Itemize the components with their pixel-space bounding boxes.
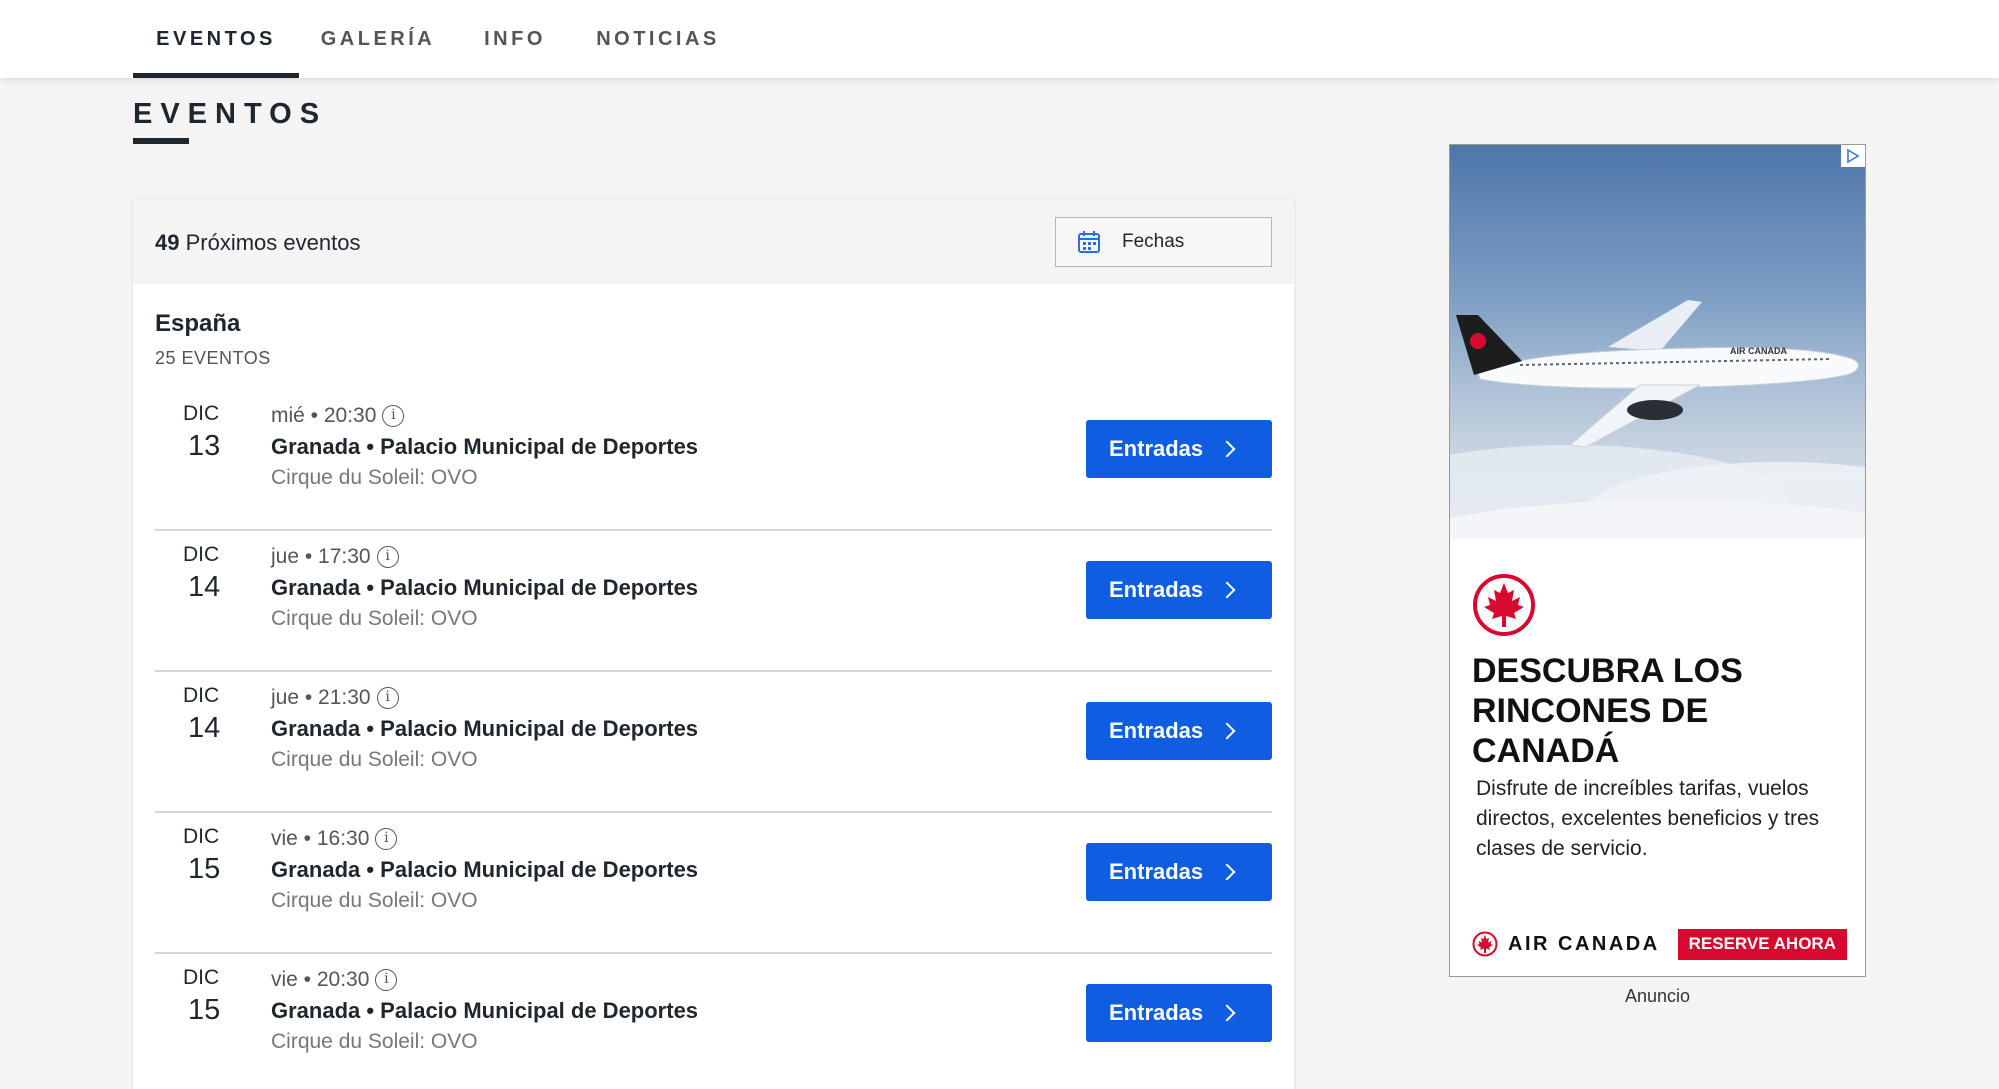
event-show: Cirque du Soleil: OVO — [271, 748, 478, 771]
country-events-count: 25 EVENTOS — [155, 348, 271, 368]
ad-headline: DESCUBRA LOS RINCONES DE CANADÁ — [1472, 651, 1852, 771]
reserve-now-button[interactable]: RESERVE AHORA — [1677, 928, 1847, 960]
event-venue: Granada • Palacio Municipal de Deportes — [271, 716, 699, 741]
event-month: DIC — [183, 402, 220, 425]
event-time-text: jue • 21:30 — [271, 686, 371, 709]
info-icon[interactable]: i — [375, 828, 398, 850]
tab-eventos[interactable]: EVENTOS — [133, 0, 299, 78]
events-count-label: Próximos eventos — [185, 230, 361, 255]
tickets-button[interactable]: Entradas — [1086, 843, 1272, 901]
tickets-button[interactable]: Entradas — [1086, 561, 1272, 619]
ad-choices-icon[interactable] — [1841, 145, 1865, 167]
chevron-right-icon — [1218, 722, 1236, 740]
tickets-button-label: Entradas — [1109, 859, 1204, 884]
tickets-button[interactable]: Entradas — [1086, 420, 1272, 478]
event-row: DIC 14 jue • 17:30 i Granada • Palacio M… — [155, 531, 1272, 672]
event-month: DIC — [183, 543, 220, 566]
info-icon[interactable]: i — [382, 405, 405, 427]
ad-content: DESCUBRA LOS RINCONES DE CANADÁ Disfrute… — [1450, 539, 1865, 976]
airplane-illustration: AIR CANADA — [1450, 300, 1865, 539]
event-row: DIC 15 vie • 20:30 i Granada • Palacio M… — [155, 954, 1272, 1089]
event-time: vie • 20:30 i — [271, 968, 398, 992]
tickets-button[interactable]: Entradas — [1086, 702, 1272, 760]
event-venue: Granada • Palacio Municipal de Deportes — [271, 434, 699, 459]
event-day: 14 — [188, 571, 221, 603]
ad-headline-line: DESCUBRA LOS — [1472, 652, 1743, 690]
dates-filter-button[interactable]: Fechas — [1055, 217, 1272, 267]
maple-leaf-logo-icon — [1473, 574, 1535, 636]
ad-label: Anuncio — [1624, 986, 1691, 1006]
event-day: 15 — [188, 994, 221, 1026]
tab-noticias[interactable]: NOTICIAS — [578, 0, 738, 78]
info-icon[interactable]: i — [376, 687, 399, 709]
event-time-text: vie • 20:30 — [271, 968, 370, 991]
event-show: Cirque du Soleil: OVO — [271, 889, 478, 912]
tickets-button-label: Entradas — [1109, 577, 1204, 602]
event-month: DIC — [183, 825, 220, 848]
event-time: vie • 16:30 i — [271, 827, 398, 851]
event-time: jue • 21:30 i — [271, 686, 399, 710]
ad-plane-livery: AIR CANADA — [1730, 346, 1787, 356]
event-month: DIC — [183, 684, 220, 707]
maple-leaf-icon — [1472, 931, 1498, 957]
event-time-text: vie • 16:30 — [271, 827, 370, 850]
event-day: 13 — [188, 430, 221, 462]
events-card: 49 Próximos eventos Fechas España 25 EVE… — [133, 200, 1294, 1089]
events-header: 49 Próximos eventos Fechas — [133, 200, 1294, 284]
tickets-button-label: Entradas — [1109, 1000, 1204, 1025]
event-time-text: jue • 17:30 — [271, 545, 371, 568]
events-count-number: 49 — [155, 230, 180, 255]
event-month: DIC — [183, 966, 220, 989]
chevron-right-icon — [1218, 1004, 1236, 1022]
tickets-button[interactable]: Entradas — [1086, 984, 1272, 1042]
dates-filter-label: Fechas — [1122, 231, 1185, 252]
chevron-right-icon — [1218, 581, 1236, 599]
event-day: 15 — [188, 853, 221, 885]
event-show: Cirque du Soleil: OVO — [271, 1030, 478, 1053]
chevron-right-icon — [1218, 440, 1236, 458]
ad-footer: AIR CANADA RESERVE AHORA — [1472, 928, 1847, 960]
event-show: Cirque du Soleil: OVO — [271, 466, 478, 489]
ad-headline-line: RINCONES DE — [1472, 692, 1709, 730]
section-underline — [133, 138, 189, 144]
event-venue: Granada • Palacio Municipal de Deportes — [271, 575, 699, 600]
event-row: DIC 13 mié • 20:30 i Granada • Palacio M… — [155, 390, 1272, 531]
event-time: jue • 17:30 i — [271, 545, 399, 569]
event-row: DIC 14 jue • 21:30 i Granada • Palacio M… — [155, 672, 1272, 813]
event-show: Cirque du Soleil: OVO — [271, 607, 478, 630]
event-time-text: mié • 20:30 — [271, 404, 377, 427]
tab-galeria[interactable]: GALERÍA — [300, 0, 456, 78]
country-heading: España — [155, 310, 241, 337]
ad-plane-photo: AIR CANADA — [1450, 145, 1865, 539]
top-nav: EVENTOS GALERÍA INFO NOTICIAS — [0, 0, 1999, 78]
calendar-icon — [1078, 231, 1100, 253]
info-icon[interactable]: i — [375, 969, 398, 991]
event-time: mié • 20:30 i — [271, 404, 405, 428]
chevron-right-icon — [1218, 863, 1236, 881]
events-count: 49 Próximos eventos — [155, 230, 360, 256]
tickets-button-label: Entradas — [1109, 718, 1204, 743]
event-venue: Granada • Palacio Municipal de Deportes — [271, 857, 699, 882]
ad-body-text: Disfrute de increíbles tarifas, vuelos d… — [1476, 777, 1820, 860]
tickets-button-label: Entradas — [1109, 436, 1204, 461]
ad-brand-name: AIR CANADA — [1508, 932, 1660, 955]
ad-headline-line: CANADÁ — [1472, 732, 1620, 770]
event-day: 14 — [188, 712, 221, 744]
event-row: DIC 15 vie • 16:30 i Granada • Palacio M… — [155, 813, 1272, 954]
tab-info[interactable]: INFO — [462, 0, 568, 78]
section-title: EVENTOS — [133, 98, 328, 130]
info-icon[interactable]: i — [376, 546, 399, 568]
event-venue: Granada • Palacio Municipal de Deportes — [271, 998, 699, 1023]
ad-banner[interactable]: AIR CANADA DESCUBRA LOS RINCONES DE CANA… — [1449, 144, 1866, 977]
